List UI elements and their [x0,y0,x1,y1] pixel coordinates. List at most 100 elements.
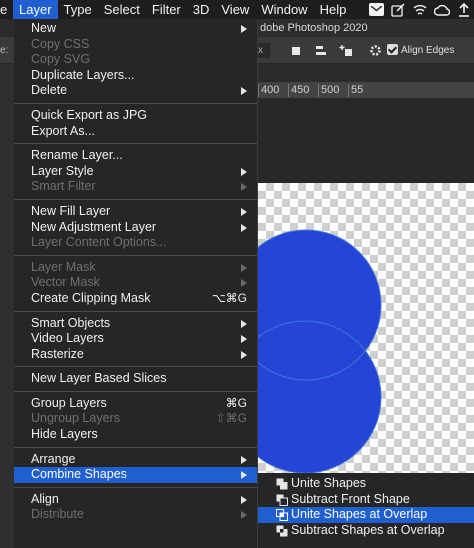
submenu-arrow-icon [241,183,247,192]
menu-item-label: New Layer Based Slices [31,371,167,386]
creative-cloud-icon[interactable] [434,3,450,17]
menu-item-label: Align [31,491,59,506]
menu-separator [14,366,257,368]
menu-item-label: Distribute [31,507,84,522]
upload-icon[interactable] [456,2,472,17]
menubar-item-filter[interactable]: Filter [146,0,187,19]
menu-item-hide-layers[interactable]: Hide Layers [14,427,257,443]
menu-item-label: Copy SVG [31,52,91,67]
menu-item-layer-content-options: Layer Content Options... [14,235,257,251]
menu-item-video-layers[interactable]: Video Layers [14,331,257,347]
menubar-item-view[interactable]: View [215,0,255,19]
menu-item-shortcut: ⌥⌘G [211,290,247,305]
menu-bar-tray [369,2,474,17]
submenu-arrow-icon [241,495,247,504]
menu-item-new-layer-based-slices[interactable]: New Layer Based Slices [14,371,257,387]
submenu-arrow-icon [241,279,247,288]
path-arrangement-icon[interactable] [338,42,356,59]
options-label: e: [0,45,9,56]
menu-item-label: Smart Filter [31,179,96,194]
menu-item-label: Duplicate Layers... [31,67,135,82]
menu-item-label: Hide Layers [31,427,98,442]
submenu-item-unite-shapes-at-overlap[interactable]: Unite Shapes at Overlap [258,507,474,523]
menu-item-label: New Fill Layer [31,203,111,218]
menu-item-label: Rasterize [31,346,84,361]
menubar-item-e[interactable]: e [0,0,13,19]
submenu-item-subtract-front-shape[interactable]: Subtract Front Shape [258,492,474,508]
layer-menu: New Copy CSS Copy SVG Duplicate Layers... De… [14,19,258,548]
gear-icon[interactable] [366,42,384,59]
submenu-arrow-icon [241,167,247,176]
menu-item-label: Layer Style [31,163,94,178]
unite-shapes-icon [276,478,288,490]
mail-icon[interactable] [369,3,384,16]
menu-item-smart-filter: Smart Filter [14,179,257,195]
menu-item-label: Layer Content Options... [31,235,167,250]
document-canvas[interactable] [258,183,474,473]
menu-item-quick-export-as-jpg[interactable]: Quick Export as JPG [14,108,257,124]
menu-item-label: Video Layers [31,331,104,346]
menubar-item-window[interactable]: Window [255,0,313,19]
menu-separator [14,102,257,104]
menubar-item-type[interactable]: Type [58,0,98,19]
menu-item-label: Vector Mask [31,275,100,290]
path-operations-icon[interactable] [287,42,305,59]
menu-item-rasterize[interactable]: Rasterize [14,347,257,363]
submenu-arrow-icon [241,471,247,480]
menubar-item-layer[interactable]: Layer [13,0,58,19]
menu-item-arrange[interactable]: Arrange [14,452,257,468]
menu-item-new-adjustment-layer[interactable]: New Adjustment Layer [14,220,257,236]
menu-item-group-layers[interactable]: Group Layers ⌘G [14,396,257,412]
menu-separator [14,198,257,200]
menu-item-export-as[interactable]: Export As... [14,124,257,140]
submenu-arrow-icon [241,207,247,216]
submenu-arrow-icon [241,87,247,96]
menu-item-align[interactable]: Align [14,492,257,508]
options-field[interactable]: x [258,43,270,58]
menu-item-shortcut: ⇧⌘G [215,411,247,426]
menu-item-ungroup-layers: Ungroup Layers ⇧⌘G [14,411,257,427]
menu-item-label: Arrange [31,451,76,466]
edit-icon[interactable] [390,2,406,17]
menu-item-label: Quick Export as JPG [31,107,148,122]
menu-item-copy-svg: Copy SVG [14,52,257,68]
menu-item-create-clipping-mask[interactable]: Create Clipping Mask ⌥⌘G [14,291,257,307]
submenu-item-label: Unite Shapes at Overlap [291,507,428,522]
menu-separator [14,143,257,145]
menu-item-label: Export As... [31,123,95,138]
path-alignment-icon[interactable] [312,42,330,59]
menu-item-rename-layer[interactable]: Rename Layer... [14,148,257,164]
menu-separator [14,486,257,488]
menu-item-layer-style[interactable]: Layer Style [14,164,257,180]
menu-item-combine-shapes[interactable]: Combine Shapes [14,467,257,483]
document-tab-bar [258,64,474,82]
align-edges-checkbox[interactable] [387,44,398,55]
exclude-overlap-icon [276,525,288,537]
submenu-arrow-icon [241,319,247,328]
shape-layer [258,229,382,473]
menubar-item-3d[interactable]: 3D [187,0,216,19]
menubar-item-help[interactable]: Help [314,0,353,19]
submenu-arrow-icon [241,25,247,33]
ruler-tick-label: 500 [318,84,339,97]
subtract-front-shape-icon [276,494,288,506]
ruler-tick-label: 55 [348,84,363,97]
submenu-item-subtract-shapes-at-overlap[interactable]: Subtract Shapes at Overlap [258,523,474,539]
menu-item-smart-objects[interactable]: Smart Objects [14,316,257,332]
submenu-item-unite-shapes[interactable]: Unite Shapes [258,476,474,492]
menu-item-shortcut: ⌘G [225,395,247,410]
menu-separator [14,390,257,392]
menu-item-new[interactable]: New [14,21,257,37]
menu-item-new-fill-layer[interactable]: New Fill Layer [14,204,257,220]
menu-item-label: New Adjustment Layer [31,219,157,234]
submenu-item-label: Subtract Shapes at Overlap [291,522,445,537]
menu-item-duplicate-layers[interactable]: Duplicate Layers... [14,68,257,84]
menubar-item-select[interactable]: Select [98,0,146,19]
submenu-item-label: Unite Shapes [291,476,367,490]
menu-item-label: Ungroup Layers [31,411,120,426]
horizontal-ruler: 400 450 500 55 [258,82,474,99]
menu-item-delete[interactable]: Delete [14,83,257,99]
cast-icon[interactable] [412,3,428,17]
toolbar-panel [0,64,14,548]
submenu-item-label: Subtract Front Shape [291,491,410,506]
